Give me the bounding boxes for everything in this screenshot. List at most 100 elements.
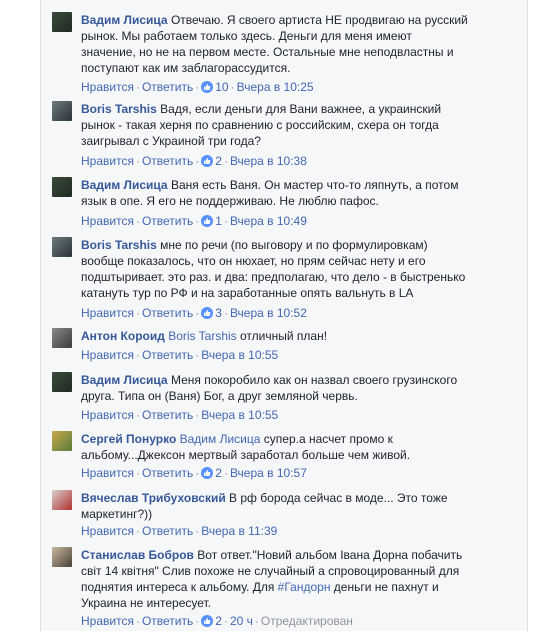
comment-body: Станислав Бобров Вот ответ."Новий альбом… bbox=[81, 547, 519, 611]
comment-timestamp[interactable]: Вчера в 10:49 bbox=[230, 214, 307, 228]
like-link[interactable]: Нравится bbox=[81, 524, 134, 538]
comment-body: Антон Короид Boris Tarshis отличный план… bbox=[81, 328, 519, 344]
comment-author[interactable]: Вадим Лисица bbox=[81, 13, 168, 27]
comment-actions: Нравится · Ответить · 2 · Вчера в 10:38 bbox=[81, 154, 307, 168]
comment-author[interactable]: Boris Tarshis bbox=[81, 102, 157, 116]
comment-timestamp[interactable]: Вчера в 10:52 bbox=[230, 306, 307, 320]
comment-actions: Нравится · Ответить · 10 · Вчера в 10:25 bbox=[81, 80, 314, 94]
avatar[interactable] bbox=[52, 328, 72, 348]
comment-mention[interactable]: Boris Tarshis bbox=[168, 329, 236, 343]
reply-link[interactable]: Ответить bbox=[142, 214, 193, 228]
avatar[interactable] bbox=[52, 547, 72, 567]
comment-text-line: подштыривает. это раз. и два: предполага… bbox=[81, 270, 466, 284]
reply-link[interactable]: Ответить bbox=[142, 348, 193, 362]
comment-author[interactable]: Сергей Понурко bbox=[81, 432, 176, 446]
comment-text-line: Меня покоробило как он назвал своего гру… bbox=[170, 373, 458, 387]
comment-timestamp[interactable]: Вчера в 10:55 bbox=[201, 408, 278, 422]
like-link[interactable]: Нравится bbox=[81, 348, 134, 362]
comment-author[interactable]: Антон Короид bbox=[81, 329, 165, 343]
reply-link[interactable]: Ответить bbox=[142, 408, 193, 422]
comment-actions: Нравится · Ответить · 2 · Вчера в 10:57 bbox=[81, 466, 307, 480]
comment-author[interactable]: Вячеслав Трибуховский bbox=[81, 491, 226, 505]
comment-author[interactable]: Boris Tarshis bbox=[81, 238, 157, 252]
reply-link[interactable]: Ответить bbox=[142, 154, 193, 168]
page-bottom-edge bbox=[0, 631, 549, 636]
comment-timestamp[interactable]: Вчера в 10:55 bbox=[201, 348, 278, 362]
like-link[interactable]: Нравится bbox=[81, 408, 134, 422]
comment-text-line: поднятия интереса к альбому. Для #Гандор… bbox=[81, 580, 439, 594]
avatar[interactable] bbox=[52, 372, 72, 392]
comment-text-line: альбому...Джексон мертвый заработал боль… bbox=[81, 448, 411, 462]
like-link[interactable]: Нравится bbox=[81, 466, 134, 480]
like-link[interactable]: Нравится bbox=[81, 214, 134, 228]
avatar[interactable] bbox=[52, 177, 72, 197]
comment-text-line: маркетинг?)) bbox=[81, 507, 153, 521]
avatar[interactable] bbox=[52, 12, 72, 32]
like-count[interactable]: 2 bbox=[215, 154, 222, 168]
reply-link[interactable]: Ответить bbox=[142, 524, 193, 538]
like-count[interactable]: 2 bbox=[215, 466, 222, 480]
comment-text-line: отличный план! bbox=[240, 329, 328, 343]
comment-mention[interactable]: Вадим Лисица bbox=[180, 432, 261, 446]
comment-actions: Нравится · Ответить · Вчера в 10:55 bbox=[81, 408, 279, 422]
comment-text-line: супер.а насчет промо к bbox=[263, 432, 393, 446]
comment-body: Сергей Понурко Вадим Лисица супер.а насч… bbox=[81, 431, 519, 463]
comment-body: Вячеслав Трибуховский В рф борода сейчас… bbox=[81, 490, 519, 522]
like-link[interactable]: Нравится bbox=[81, 306, 134, 320]
like-link[interactable]: Нравится bbox=[81, 614, 134, 628]
comment-actions: Нравится · Ответить · 3 · Вчера в 10:52 bbox=[81, 306, 307, 320]
comment-text-line: мне по речи (по выговору и по формулиров… bbox=[160, 238, 428, 252]
like-count[interactable]: 2 bbox=[215, 614, 222, 628]
comment-text-line: рынок. Мы работаем только здесь. Деньги … bbox=[81, 29, 412, 43]
edited-label[interactable]: Отредактирован bbox=[261, 614, 353, 628]
comment-timestamp[interactable]: Вчера в 11:39 bbox=[201, 524, 277, 538]
like-link[interactable]: Нравится bbox=[81, 80, 134, 94]
thumbs-up-icon bbox=[201, 467, 214, 479]
comment-text-line: катануть тур по РФ и на заработанные опя… bbox=[81, 286, 414, 300]
comment-text-line: значение, но не на первом месте. Остальн… bbox=[81, 45, 454, 59]
comment-body: Вадим Лисица Ваня есть Ваня. Он мастер ч… bbox=[81, 177, 519, 209]
comment-timestamp[interactable]: Вчера в 10:25 bbox=[237, 80, 314, 94]
reply-link[interactable]: Ответить bbox=[142, 306, 193, 320]
comment-actions: Нравится · Ответить · 1 · Вчера в 10:49 bbox=[81, 214, 307, 228]
thumbs-up-icon bbox=[201, 307, 214, 319]
thumbs-up-icon bbox=[201, 215, 214, 227]
like-count[interactable]: 10 bbox=[215, 80, 228, 94]
comment-text-line: Вот ответ."Новий альбом Івана Дорна поба… bbox=[197, 548, 463, 562]
reply-link[interactable]: Ответить bbox=[142, 80, 193, 94]
comment-text-line: Ваня есть Ваня. Он мастер что-то ляпнуть… bbox=[170, 178, 459, 192]
thumbs-up-icon bbox=[201, 155, 214, 167]
comment-actions: Нравится · Ответить · Вчера в 11:39 bbox=[81, 524, 278, 538]
comment-timestamp[interactable]: Вчера в 10:38 bbox=[230, 154, 307, 168]
comment-text-line: поступают как им заблагорассудится. bbox=[81, 61, 291, 75]
comment-text-line: язык в опе. Я его не поддерживаю. Не люб… bbox=[81, 194, 379, 208]
comment-text-line: заигрывал с Украиной три года? bbox=[81, 134, 261, 148]
comment-body: Boris Tarshis Вадя, если деньги для Вани… bbox=[81, 101, 519, 149]
comment-text-line: друга. Типа он (Ваня) Бог, а друг землян… bbox=[81, 389, 358, 403]
comment-body: Вадим Лисица Отвечаю. Я своего артиста Н… bbox=[81, 12, 519, 76]
comments-panel: Вадим Лисица Отвечаю. Я своего артиста Н… bbox=[40, 0, 528, 636]
comment-text-line: рынок - такая херня по сравнению с росси… bbox=[81, 118, 439, 132]
hashtag-link[interactable]: #Гандорн bbox=[278, 580, 331, 594]
comment-text-line: Вадя, если деньги для Вани важнее, а укр… bbox=[160, 102, 442, 116]
like-count[interactable]: 1 bbox=[215, 214, 222, 228]
avatar[interactable] bbox=[52, 237, 72, 257]
avatar[interactable] bbox=[52, 431, 72, 451]
avatar[interactable] bbox=[52, 490, 72, 510]
comment-text-line: світ 14 квітня" Слив похоже не случайный… bbox=[81, 564, 460, 578]
like-count[interactable]: 3 bbox=[215, 306, 222, 320]
comment-text-line: В рф борода сейчас в моде... Это тоже bbox=[229, 491, 448, 505]
comment-timestamp[interactable]: Вчера в 10:57 bbox=[230, 466, 307, 480]
comment-text-line: Украина не интересует. bbox=[81, 596, 212, 610]
comment-author[interactable]: Вадим Лисица bbox=[81, 373, 168, 387]
comment-body: Boris Tarshis мне по речи (по выговору и… bbox=[81, 237, 519, 301]
comment-actions: Нравится · Ответить · Вчера в 10:55 bbox=[81, 348, 279, 362]
avatar[interactable] bbox=[52, 101, 72, 121]
comment-text-line: Отвечаю. Я своего артиста НЕ продвигаю н… bbox=[170, 13, 468, 27]
reply-link[interactable]: Ответить bbox=[142, 466, 193, 480]
comment-timestamp[interactable]: 20 ч bbox=[230, 614, 253, 628]
reply-link[interactable]: Ответить bbox=[142, 614, 193, 628]
comment-author[interactable]: Станислав Бобров bbox=[81, 548, 194, 562]
comment-author[interactable]: Вадим Лисица bbox=[81, 178, 168, 192]
like-link[interactable]: Нравится bbox=[81, 154, 134, 168]
